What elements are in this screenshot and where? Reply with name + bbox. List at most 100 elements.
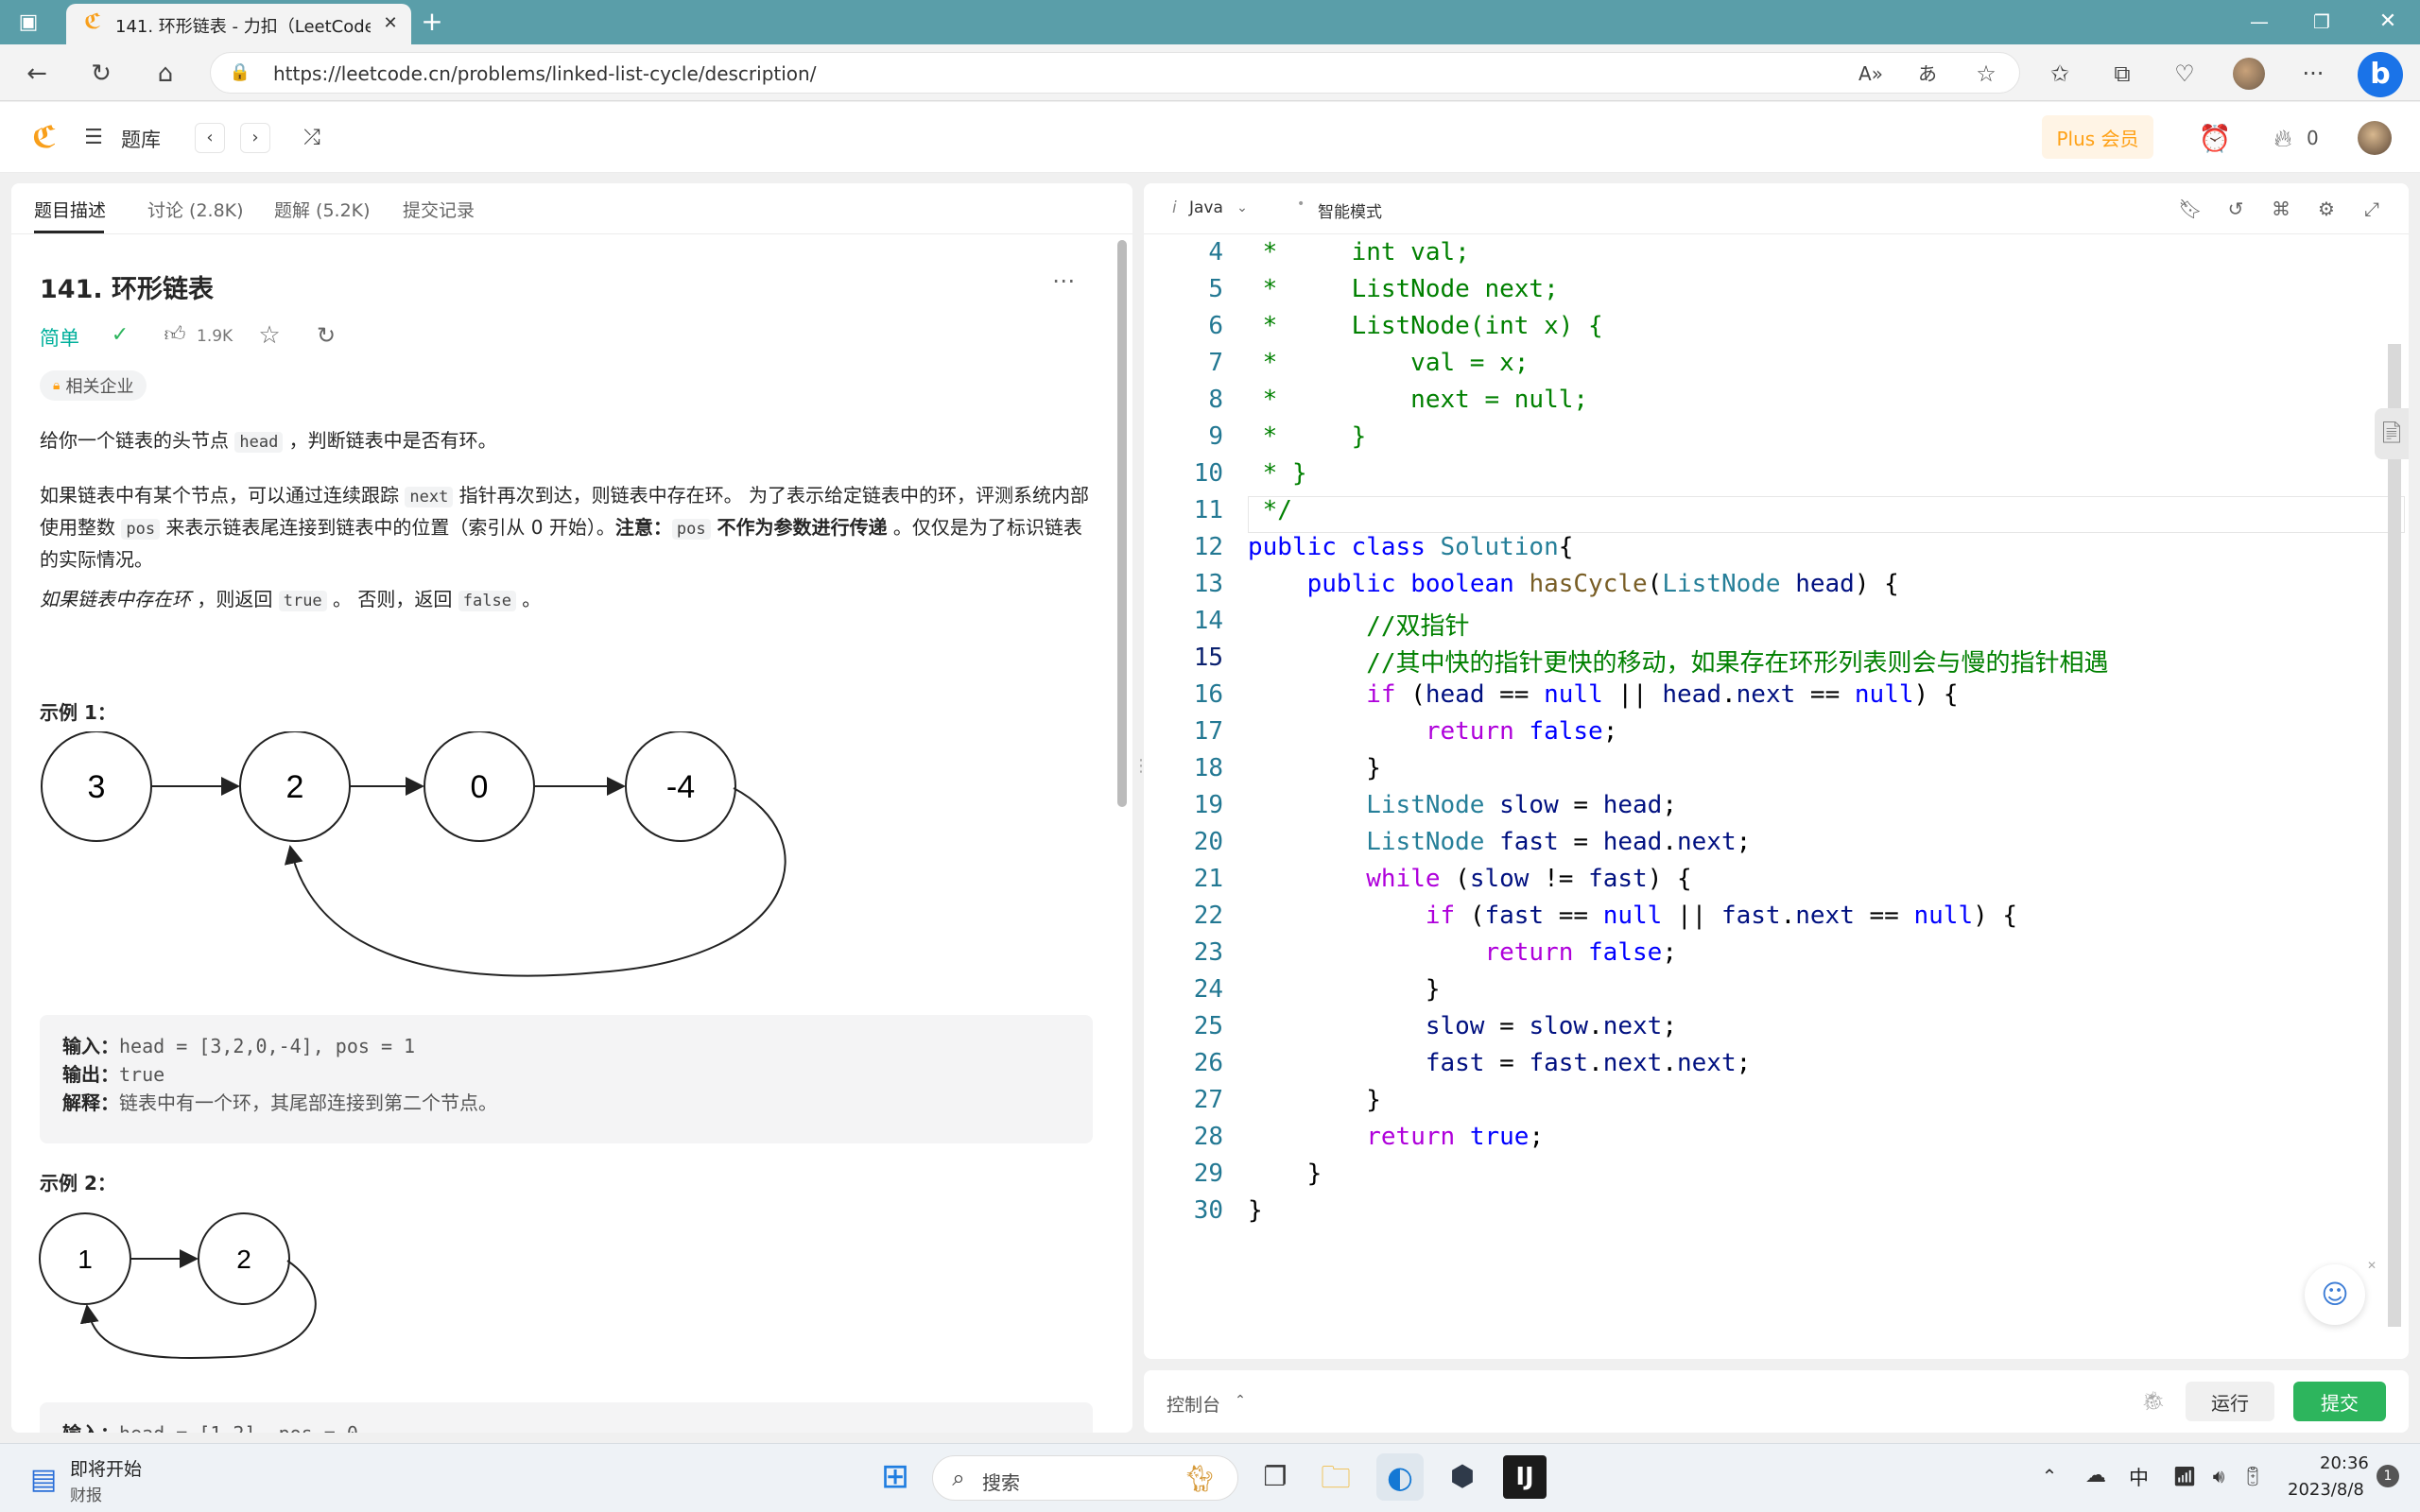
code-line[interactable]: } bbox=[1248, 1160, 1322, 1188]
run-button[interactable]: 运行 bbox=[2186, 1382, 2274, 1421]
next-problem-icon[interactable]: › bbox=[240, 123, 270, 153]
code-line[interactable]: * next = null; bbox=[1248, 386, 1588, 414]
intellij-icon[interactable]: IJ bbox=[1503, 1455, 1547, 1499]
ime-indicator[interactable]: 中 bbox=[2129, 1463, 2149, 1491]
panel-splitter[interactable]: ⋮ bbox=[1132, 756, 1150, 794]
code-line[interactable]: ListNode fast = head.next; bbox=[1248, 828, 1751, 856]
tab-submissions[interactable]: 提交记录 bbox=[403, 197, 475, 222]
back-icon[interactable]: ← bbox=[19, 56, 55, 92]
share-icon[interactable]: ↻ bbox=[312, 321, 340, 350]
minimize-icon[interactable]: — bbox=[2240, 6, 2278, 38]
code-line[interactable]: * } bbox=[1248, 459, 1307, 488]
maximize-icon[interactable]: ❐ bbox=[2303, 6, 2341, 38]
tray-overflow-icon[interactable]: ⌃ bbox=[2034, 1461, 2065, 1491]
notification-badge[interactable]: 1 bbox=[2377, 1465, 2399, 1487]
wifi-icon[interactable]: 📶︎ bbox=[2170, 1461, 2199, 1491]
language-select[interactable]: Java bbox=[1189, 198, 1223, 217]
edge-icon[interactable]: ◐ bbox=[1376, 1453, 1424, 1501]
home-icon[interactable]: ⌂ bbox=[147, 56, 183, 92]
shortcut-icon[interactable]: ⌘ bbox=[2269, 197, 2293, 221]
company-tag[interactable]: 🔒︎ 相关企业 bbox=[40, 370, 147, 401]
editor-scrollbar[interactable] bbox=[2388, 344, 2401, 1327]
task-view-icon[interactable]: ❐ bbox=[1253, 1455, 1297, 1499]
submit-button[interactable]: 提交 bbox=[2293, 1382, 2386, 1421]
code-line[interactable]: */ bbox=[1248, 496, 1292, 524]
code-line[interactable]: return false; bbox=[1248, 938, 1677, 967]
chevron-up-icon[interactable]: ⌃ bbox=[1231, 1391, 1250, 1410]
address-bar[interactable]: 🔒 https://leetcode.cn/problems/linked-li… bbox=[210, 52, 2020, 94]
reset-icon[interactable]: ↺ bbox=[2223, 197, 2248, 221]
mode-label[interactable]: 智能模式 bbox=[1318, 198, 1382, 222]
volume-icon[interactable]: 🔊︎ bbox=[2204, 1461, 2233, 1491]
code-line[interactable]: ListNode slow = head; bbox=[1248, 791, 1677, 819]
debug-icon[interactable]: 🐞︎ bbox=[2138, 1385, 2169, 1416]
problem-list-icon[interactable]: ☰ bbox=[79, 125, 108, 151]
code-line[interactable]: * ListNode next; bbox=[1248, 275, 1559, 303]
start-icon[interactable]: ⊞ bbox=[875, 1457, 915, 1497]
streak-fire-icon[interactable]: 🔥︎ bbox=[2267, 123, 2299, 155]
onedrive-icon[interactable]: ☁ bbox=[2080, 1461, 2112, 1491]
bing-copilot-icon[interactable]: b bbox=[2358, 52, 2403, 97]
console-toggle[interactable]: 控制台 bbox=[1167, 1391, 1220, 1417]
widget-icon[interactable]: ▤ bbox=[25, 1461, 62, 1499]
refresh-icon[interactable]: ↻ bbox=[83, 56, 119, 92]
code-line[interactable]: public boolean hasCycle(ListNode head) { bbox=[1248, 570, 1899, 598]
user-avatar[interactable] bbox=[2358, 121, 2392, 155]
random-problem-icon[interactable]: ⤮ bbox=[297, 123, 327, 153]
code-line[interactable]: * int val; bbox=[1248, 238, 1470, 266]
url-text[interactable]: https://leetcode.cn/problems/linked-list… bbox=[273, 62, 816, 85]
widget-title[interactable]: 即将开始 bbox=[70, 1455, 142, 1481]
star-icon[interactable]: ☆ bbox=[255, 321, 284, 350]
problem-list-label[interactable]: 题库 bbox=[121, 125, 161, 153]
fullscreen-icon[interactable]: ⤢ bbox=[2360, 197, 2384, 221]
profile-avatar[interactable] bbox=[2233, 58, 2265, 90]
notes-icon[interactable]: 📄︎ bbox=[2375, 408, 2409, 459]
code-line[interactable]: } bbox=[1248, 1086, 1381, 1114]
code-line[interactable]: * ListNode(int x) { bbox=[1248, 312, 1603, 340]
app-cube-icon[interactable]: ⬢ bbox=[1441, 1455, 1484, 1499]
browser-tab[interactable]: ℭ 141. 环形链表 - 力扣（LeetCode ✕ bbox=[66, 4, 411, 44]
more-icon[interactable]: ··· bbox=[2295, 56, 2331, 92]
read-aloud-icon[interactable]: A» bbox=[1856, 59, 1886, 89]
code-line[interactable]: if (fast == null || fast.next == null) { bbox=[1248, 902, 2017, 930]
feedback-close-icon[interactable]: ✕ bbox=[2363, 1257, 2380, 1274]
settings-icon[interactable]: ⚙ bbox=[2314, 197, 2339, 221]
translate-icon[interactable]: あ bbox=[1912, 59, 1943, 89]
code-line[interactable]: return true; bbox=[1248, 1123, 1544, 1151]
favorite-icon[interactable]: ☆ bbox=[1971, 59, 2001, 89]
browser-essentials-icon[interactable]: ♡ bbox=[2167, 56, 2203, 92]
left-scrollbar[interactable] bbox=[1117, 240, 1127, 807]
lock-icon[interactable]: 🔒 bbox=[228, 60, 252, 85]
code-line[interactable]: return false; bbox=[1248, 717, 1618, 746]
feedback-chat-icon[interactable]: ☺ bbox=[2305, 1264, 2365, 1325]
tab-actions-icon[interactable]: ▣ bbox=[13, 8, 43, 38]
code-line[interactable]: //双指针 bbox=[1248, 607, 1469, 642]
alarm-icon[interactable]: ⏰ bbox=[2199, 123, 2232, 155]
plus-membership-button[interactable]: Plus 会员 bbox=[2042, 115, 2153, 159]
file-explorer-icon[interactable]: 🗀 bbox=[1314, 1455, 1357, 1499]
code-line[interactable]: public class Solution{ bbox=[1248, 533, 1573, 561]
taskbar-search[interactable]: ⌕ 搜索 🐈︎ bbox=[932, 1455, 1238, 1501]
tab-discussion[interactable]: 讨论 (2.8K) bbox=[147, 197, 244, 222]
like-icon[interactable]: 👍︎ bbox=[161, 321, 189, 350]
code-line[interactable]: //其中快的指针更快的移动，如果存在环形列表则会与慢的指针相遇 bbox=[1248, 644, 2108, 679]
favorites-icon[interactable]: ✩ bbox=[2042, 56, 2078, 92]
prev-problem-icon[interactable]: ‹ bbox=[195, 123, 225, 153]
code-line[interactable]: } bbox=[1248, 1196, 1263, 1225]
collections-icon[interactable]: ⧉ bbox=[2104, 56, 2140, 92]
code-line[interactable]: while (slow != fast) { bbox=[1248, 865, 1691, 893]
battery-icon[interactable]: 🔋︎ bbox=[2238, 1461, 2267, 1491]
more-options-icon[interactable]: ⋯ bbox=[1049, 266, 1078, 295]
tab-description[interactable]: 题目描述 bbox=[34, 197, 106, 222]
clock-date[interactable]: 2023/8/8 bbox=[2288, 1480, 2364, 1500]
window-close-icon[interactable]: ✕ bbox=[2369, 6, 2407, 38]
code-line[interactable]: * } bbox=[1248, 422, 1367, 451]
search-placeholder[interactable]: 搜索 bbox=[982, 1468, 1020, 1495]
code-line[interactable]: * val = x; bbox=[1248, 349, 1530, 377]
code-line[interactable]: if (head == null || head.next == null) { bbox=[1248, 680, 1958, 709]
code-line[interactable]: slow = slow.next; bbox=[1248, 1012, 1677, 1040]
new-tab-icon[interactable]: + bbox=[416, 6, 448, 38]
leetcode-logo[interactable]: ℭ bbox=[28, 121, 60, 153]
code-line[interactable]: } bbox=[1248, 754, 1381, 782]
code-line[interactable]: fast = fast.next.next; bbox=[1248, 1049, 1751, 1077]
